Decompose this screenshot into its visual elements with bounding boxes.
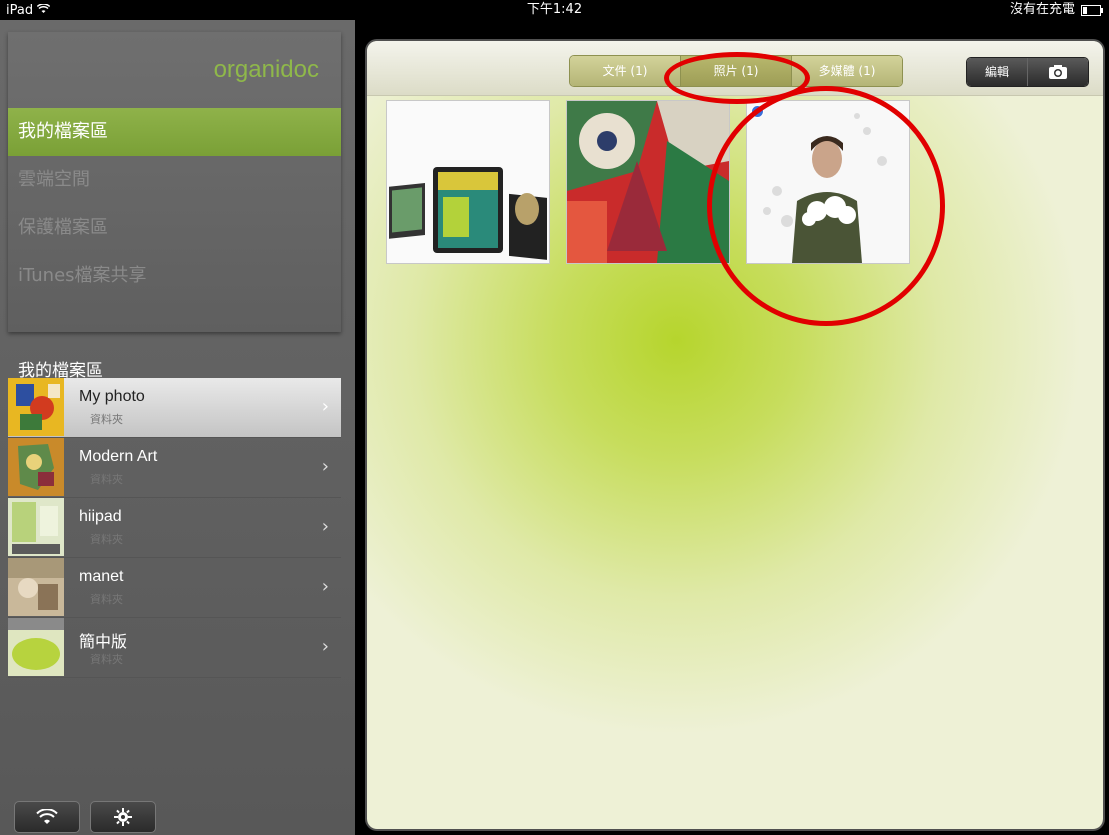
sidebar-item-my-files[interactable]: 我的檔案區 <box>8 108 341 156</box>
sidebar-nav: 我的檔案區 雲端空間 保護檔案區 iTunes檔案共享 <box>8 108 341 300</box>
battery-icon <box>1081 4 1103 16</box>
folder-type: 資料夾 <box>90 533 123 546</box>
chevron-right-icon: › <box>321 456 329 477</box>
app-logo: organidoc <box>213 56 319 83</box>
painting-image <box>567 101 729 263</box>
photo-thumbnail[interactable] <box>566 100 730 264</box>
sidebar-item-itunes-sharing[interactable]: iTunes檔案共享 <box>8 252 341 300</box>
folder-name: Modern Art <box>79 448 158 465</box>
folder-name: manet <box>79 568 124 585</box>
camera-button[interactable] <box>1027 58 1088 86</box>
status-time: 下午1:42 <box>526 2 583 17</box>
sidebar: organidoc 我的檔案區 雲端空間 保護檔案區 iTunes檔案共享 我的… <box>0 20 355 835</box>
chevron-right-icon: › <box>321 576 329 597</box>
photo-thumbnail[interactable] <box>386 100 550 264</box>
camera-icon <box>1049 65 1067 79</box>
chevron-right-icon: › <box>321 516 329 537</box>
folder-type: 資料夾 <box>90 653 123 666</box>
folder-thumbnail <box>8 378 64 436</box>
folder-list: My photo 資料夾 › Modern Art 資料夾 › hiipad 資… <box>8 378 341 678</box>
folder-thumbnail <box>8 498 64 556</box>
gear-icon <box>114 808 132 826</box>
wifi-icon <box>36 809 58 824</box>
status-bar: iPad 下午1:42 沒有在充電 <box>0 0 1109 20</box>
edit-button[interactable]: 編輯 <box>967 58 1027 86</box>
folder-item-hiipad[interactable]: hiipad 資料夾 › <box>8 498 341 558</box>
folder-item-modern-art[interactable]: Modern Art 資料夾 › <box>8 438 341 498</box>
folder-name: My photo <box>79 388 145 405</box>
folder-item-my-photo[interactable]: My photo 資料夾 › <box>8 378 341 438</box>
sidebar-item-protected[interactable]: 保護檔案區 <box>8 204 341 252</box>
folder-thumbnail <box>8 438 64 496</box>
edit-group: 編輯 <box>966 57 1089 87</box>
status-right: 沒有在充電 <box>1009 0 1103 20</box>
chevron-right-icon: › <box>321 636 329 657</box>
ipad-magazine-image <box>387 101 549 263</box>
folder-type: 資料夾 <box>90 593 123 606</box>
folder-thumbnail <box>8 618 64 676</box>
folder-name: hiipad <box>79 508 122 525</box>
sidebar-item-cloud[interactable]: 雲端空間 <box>8 156 341 204</box>
battery-text: 沒有在充電 <box>1009 2 1075 17</box>
folder-item-manet[interactable]: manet 資料夾 › <box>8 558 341 618</box>
settings-button[interactable] <box>90 801 156 833</box>
folder-type: 資料夾 <box>90 413 123 426</box>
annotation-circle-photo <box>707 86 945 326</box>
folder-name: 簡中版 <box>79 634 128 651</box>
sidebar-menu-panel: organidoc 我的檔案區 雲端空間 保護檔案區 iTunes檔案共享 <box>8 32 341 332</box>
main-panel: 文件 (1) 照片 (1) 多媒體 (1) 編輯 <box>367 41 1103 829</box>
sidebar-bottom-buttons <box>14 801 156 833</box>
folder-item-simplified[interactable]: 簡中版 資料夾 › <box>8 618 341 678</box>
folder-type: 資料夾 <box>90 473 123 486</box>
wifi-button[interactable] <box>14 801 80 833</box>
folder-thumbnail <box>8 558 64 616</box>
chevron-right-icon: › <box>321 396 329 417</box>
